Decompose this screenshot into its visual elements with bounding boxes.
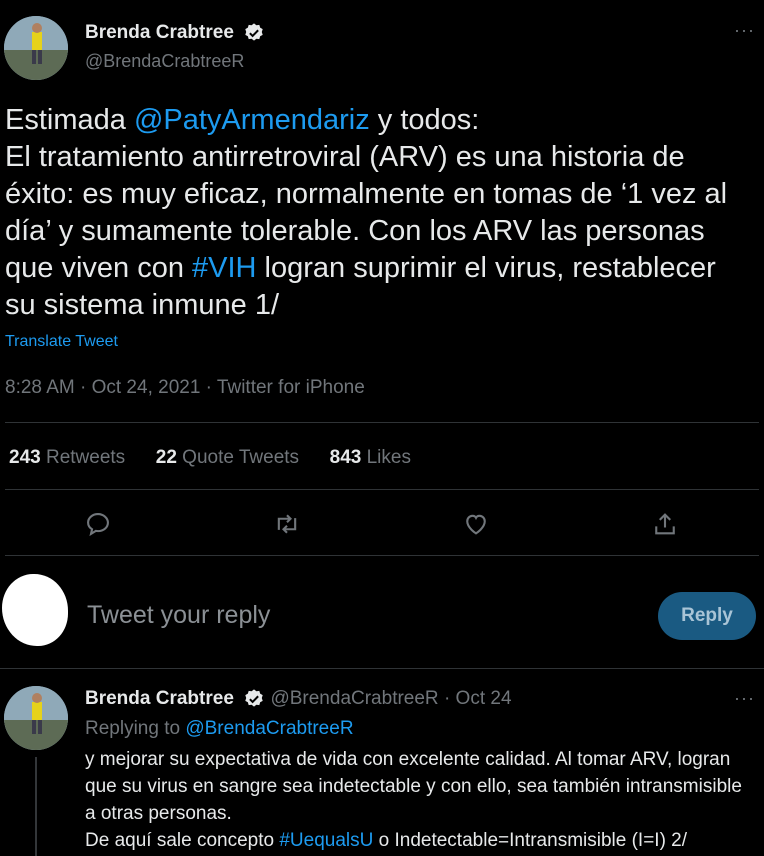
reply-text-line2: De aquí sale concepto [85, 830, 280, 851]
retweets-stat[interactable]: 243 Retweets [9, 447, 130, 468]
reply-button[interactable]: Reply [658, 592, 756, 640]
translate-tweet-link[interactable]: Translate Tweet [5, 333, 118, 351]
quotes-count: 22 [155, 447, 177, 468]
reply-author-handle[interactable]: @BrendaCrabtreeR [270, 688, 438, 709]
replying-to: Replying to @BrendaCrabtreeR [85, 718, 354, 740]
reply-author-name[interactable]: Brenda Crabtree [85, 688, 234, 709]
retweet-icon[interactable] [273, 510, 301, 538]
quotes-label: Quote Tweets [182, 447, 300, 468]
reply-text-end: o Indetectable=Intransmisible (I=I) 2/ [373, 830, 688, 851]
reply-input[interactable]: Tweet your reply [87, 601, 270, 630]
reply-text: y mejorar su expectativa de vida con exc… [85, 746, 745, 854]
mention-link[interactable]: @PatyArmendariz [134, 104, 370, 136]
likes-stat[interactable]: 843 Likes [330, 447, 411, 468]
like-icon[interactable] [462, 510, 490, 538]
author-handle[interactable]: @BrendaCrabtreeR [85, 51, 244, 72]
separator-dot: · [443, 688, 451, 710]
verified-badge-icon [245, 23, 263, 41]
retweets-label: Retweets [45, 447, 126, 468]
tweet-stats: 243 Retweets 22 Quote Tweets 843 Likes [9, 447, 411, 469]
tweet-text-intro: Estimada [5, 104, 134, 136]
tweet-text-after-mention: y todos: [369, 104, 480, 136]
likes-label: Likes [366, 447, 411, 468]
tweet-text: Estimada @PatyArmendariz y todos: El tra… [5, 102, 750, 324]
reply-header: Brenda Crabtree @BrendaCrabtreeR · Oct 2… [85, 688, 512, 710]
divider [5, 489, 759, 490]
divider [5, 422, 759, 423]
thread-line [35, 757, 37, 856]
replying-to-handle[interactable]: @BrendaCrabtreeR [185, 718, 353, 739]
retweets-count: 243 [9, 447, 41, 468]
verified-badge-icon [245, 689, 263, 707]
reply-more-options-icon[interactable]: ··· [734, 688, 755, 709]
author-avatar[interactable] [4, 16, 68, 80]
reply-author-avatar[interactable] [4, 686, 68, 750]
reply-icon[interactable] [84, 510, 112, 538]
hashtag-link[interactable]: #UequalsU [279, 830, 373, 851]
more-options-icon[interactable]: ··· [734, 20, 755, 41]
likes-count: 843 [329, 447, 362, 468]
divider [5, 555, 759, 556]
hashtag-link[interactable]: #VIH [192, 252, 256, 284]
reply-date[interactable]: Oct 24 [456, 688, 512, 709]
author-name-text[interactable]: Brenda Crabtree [85, 22, 234, 43]
share-icon[interactable] [651, 510, 679, 538]
tweet-meta: 8:28 AM · Oct 24, 2021 · Twitter for iPh… [5, 377, 365, 398]
divider [0, 668, 764, 669]
composer-avatar [2, 574, 68, 646]
author-name[interactable]: Brenda Crabtree [85, 22, 265, 44]
quote-tweets-stat[interactable]: 22 Quote Tweets [156, 447, 305, 468]
replying-to-label: Replying to [85, 718, 186, 739]
reply-text-body: y mejorar su expectativa de vida con exc… [85, 749, 742, 824]
